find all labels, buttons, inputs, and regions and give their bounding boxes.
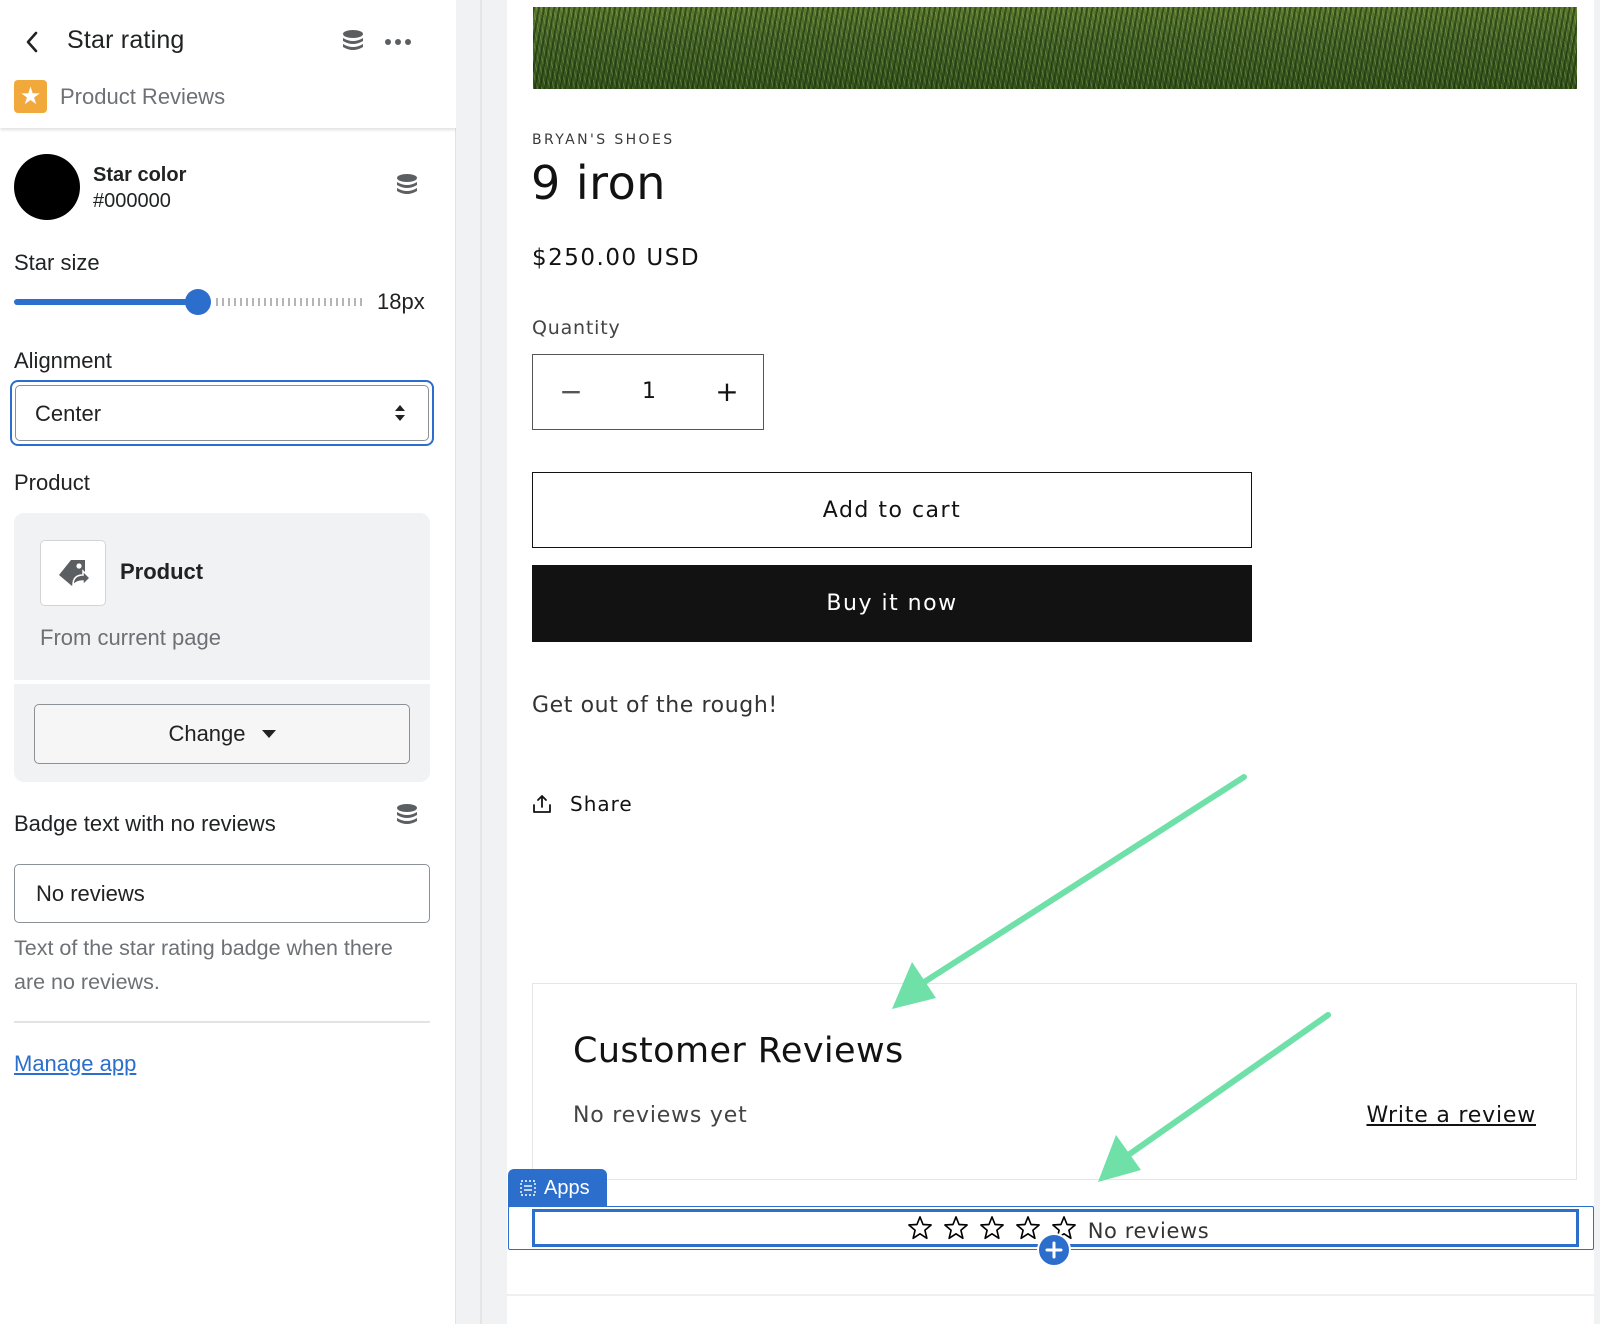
database-icon <box>397 174 417 194</box>
star-size-slider-track[interactable] <box>216 298 362 306</box>
caret-down-icon <box>261 730 276 738</box>
reviews-title: Customer Reviews <box>573 1031 904 1071</box>
badge-help-text: Text of the star rating badge when there… <box>14 936 393 994</box>
product-title: 9 iron <box>531 156 666 210</box>
product-name: Product <box>120 559 204 584</box>
quantity-decrease-button[interactable]: − <box>533 355 609 428</box>
star-outline-icon <box>902 1213 938 1243</box>
star-size-slider-thumb[interactable] <box>185 289 212 315</box>
product-label: Product <box>14 470 90 495</box>
alignment-label: Alignment <box>14 348 112 373</box>
more-horizontal-icon <box>385 39 411 45</box>
alignment-select[interactable]: Center <box>15 385 429 441</box>
apps-block-tag[interactable]: Apps <box>508 1169 607 1207</box>
panel-title: Star rating <box>67 26 185 54</box>
product-tag-icon <box>59 560 91 587</box>
share-label: Share <box>570 792 633 816</box>
badge-dynamic-source-button[interactable] <box>391 800 423 832</box>
star-icon: ★ <box>14 80 47 113</box>
star-outline-icon <box>938 1213 974 1243</box>
star-size-value: 18px <box>377 289 425 314</box>
product-description: Get out of the rough! <box>532 693 778 718</box>
badge-text-input[interactable]: No reviews <box>14 864 430 923</box>
storefront-preview: BRYAN'S SHOES 9 iron $250.00 USD Quantit… <box>507 0 1594 1324</box>
product-price: $250.00 USD <box>532 245 701 271</box>
write-review-link[interactable]: Write a review <box>1366 1103 1536 1128</box>
alignment-selected-value: Center <box>35 401 102 426</box>
add-to-cart-button[interactable]: Add to cart <box>532 472 1252 548</box>
share-button[interactable]: Share <box>532 792 633 816</box>
app-name: Product Reviews <box>60 83 226 109</box>
product-image <box>533 7 1577 89</box>
product-thumbnail <box>40 540 106 606</box>
select-arrows-icon <box>395 405 405 421</box>
product-picker-card: Product From current page Change <box>14 513 430 782</box>
product-vendor: BRYAN'S SHOES <box>532 132 675 148</box>
change-product-button[interactable]: Change <box>34 704 410 764</box>
editor-gutter-right <box>1594 0 1600 1324</box>
buy-it-now-button[interactable]: Buy it now <box>532 565 1252 642</box>
quantity-increase-button[interactable]: + <box>689 355 765 428</box>
divider <box>14 680 430 684</box>
divider <box>507 1294 1594 1296</box>
change-button-label: Change <box>168 721 246 746</box>
quantity-input[interactable]: 1 <box>609 355 689 428</box>
dynamic-source-button[interactable] <box>337 26 369 58</box>
badge-text-label: Badge text with no reviews <box>14 811 276 836</box>
divider <box>14 1021 430 1023</box>
star-rating-text: No reviews <box>1087 1219 1210 1243</box>
star-color-dynamic-source-button[interactable] <box>391 170 423 202</box>
quantity-label: Quantity <box>532 317 621 339</box>
star-outline-icon <box>974 1213 1010 1243</box>
app-source: ★ Product Reviews <box>14 80 225 113</box>
star-color-value: #000000 <box>93 190 171 212</box>
apps-block-icon <box>520 1180 536 1196</box>
more-actions-button[interactable] <box>382 26 414 58</box>
customer-reviews-section: Customer Reviews No reviews yet Write a … <box>532 983 1577 1180</box>
star-color-swatch[interactable] <box>14 154 80 220</box>
apps-tag-label: Apps <box>544 1176 590 1199</box>
panel-edge <box>480 0 482 1324</box>
manage-app-link[interactable]: Manage app <box>14 1051 136 1077</box>
add-block-button[interactable] <box>1037 1233 1071 1267</box>
reviews-empty-text: No reviews yet <box>573 1103 748 1128</box>
database-icon <box>343 30 363 50</box>
panel-header: Star rating ★ Product Reviews <box>0 0 456 128</box>
star-size-slider-fill[interactable] <box>14 299 199 305</box>
star-size-label: Star size <box>14 250 100 275</box>
product-source: From current page <box>40 625 221 650</box>
quantity-stepper: − 1 + <box>532 354 764 430</box>
plus-icon <box>1045 1241 1063 1259</box>
chevron-left-icon <box>26 31 38 53</box>
database-icon <box>397 804 417 824</box>
back-button[interactable] <box>18 26 46 58</box>
theme-editor-panel: Star rating ★ Product Reviews Star color… <box>0 0 456 1324</box>
star-color-label: Star color <box>93 164 187 186</box>
share-icon <box>533 795 551 813</box>
